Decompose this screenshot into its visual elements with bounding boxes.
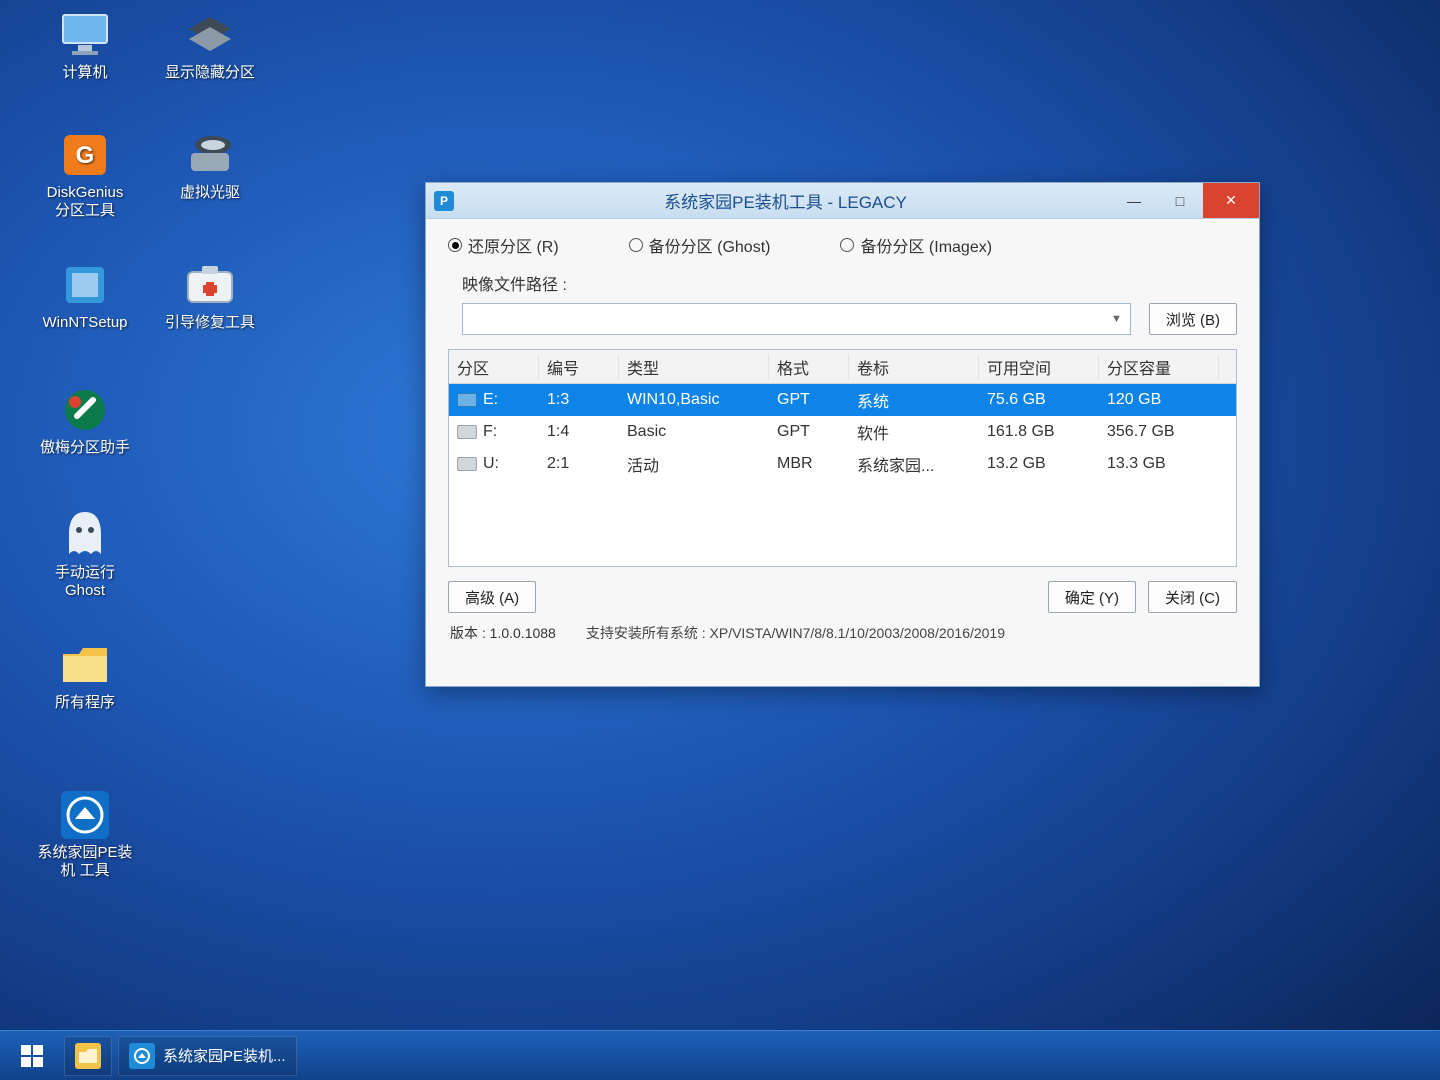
disk-icon <box>457 457 477 471</box>
close-dialog-button[interactable]: 关闭 (C) <box>1148 581 1237 613</box>
col-type[interactable]: 类型 <box>619 355 769 379</box>
desktop-icon-winntsetup[interactable]: WinNTSetup <box>30 260 140 332</box>
col-number[interactable]: 编号 <box>539 355 619 379</box>
close-button[interactable]: ✕ <box>1203 183 1259 218</box>
table-row[interactable]: E:1:3WIN10,BasicGPT系统75.6 GB120 GB <box>449 384 1236 416</box>
icon-label: 傲梅分区助手 <box>30 439 140 457</box>
icon-label: 手动运行 Ghost <box>30 564 140 600</box>
minimize-button[interactable]: — <box>1111 183 1157 218</box>
taskbar-app-label: 系统家园PE装机... <box>163 1045 286 1066</box>
svg-text:G: G <box>76 142 95 169</box>
app-icon: P <box>434 191 454 211</box>
diskgenius-icon: G <box>56 130 114 180</box>
desktop-icon-all-programs[interactable]: 所有程序 <box>30 640 140 712</box>
disk-icon <box>457 393 477 407</box>
icon-label: 所有程序 <box>30 694 140 712</box>
taskbar: 系统家园PE装机... <box>0 1030 1440 1080</box>
chevron-down-icon[interactable]: ▼ <box>1111 313 1122 325</box>
taskbar-explorer[interactable] <box>64 1036 112 1076</box>
desktop-icon-virtual-cd[interactable]: 虚拟光驱 <box>155 130 265 202</box>
icon-label: 系统家园PE装 机 工具 <box>30 844 140 880</box>
icon-label: 计算机 <box>30 64 140 82</box>
radio-label: 备份分区 (Ghost) <box>649 233 771 257</box>
partition-table: 分区 编号 类型 格式 卷标 可用空间 分区容量 E:1:3WIN10,Basi… <box>448 349 1237 567</box>
ghost-icon <box>56 510 114 560</box>
col-free[interactable]: 可用空间 <box>979 355 1099 379</box>
folder-icon <box>75 1043 101 1069</box>
monitor-icon <box>56 10 114 60</box>
icon-label: 显示隐藏分区 <box>155 64 265 82</box>
browse-button[interactable]: 浏览 (B) <box>1149 303 1237 335</box>
desktop-icon-computer[interactable]: 计算机 <box>30 10 140 82</box>
radio-label: 还原分区 (R) <box>468 233 559 257</box>
desktop-icon-pe-tool[interactable]: 系统家园PE装 机 工具 <box>30 790 140 880</box>
pe-tool-icon <box>56 790 114 840</box>
taskbar-app-pe-tool[interactable]: 系统家园PE装机... <box>118 1036 297 1076</box>
titlebar[interactable]: P 系统家园PE装机工具 - LEGACY — □ ✕ <box>426 183 1259 219</box>
radio-dot-icon <box>629 238 643 252</box>
start-button[interactable] <box>6 1036 58 1076</box>
supported-systems: 支持安装所有系统 : XP/VISTA/WIN7/8/8.1/10/2003/2… <box>586 623 1005 643</box>
icon-label: WinNTSetup <box>30 314 140 332</box>
maximize-button[interactable]: □ <box>1157 183 1203 218</box>
col-format[interactable]: 格式 <box>769 355 849 379</box>
firstaid-icon <box>181 260 239 310</box>
table-row[interactable]: U:2:1活动MBR系统家园...13.2 GB13.3 GB <box>449 448 1236 480</box>
icon-label: 虚拟光驱 <box>155 184 265 202</box>
desktop-icon-boot-repair[interactable]: 引导修复工具 <box>155 260 265 332</box>
radio-backup-ghost[interactable]: 备份分区 (Ghost) <box>629 233 771 257</box>
col-volume[interactable]: 卷标 <box>849 355 979 379</box>
installer-dialog: P 系统家园PE装机工具 - LEGACY — □ ✕ 还原分区 (R) 备份分… <box>425 182 1260 687</box>
folder-icon <box>56 640 114 690</box>
radio-backup-imagex[interactable]: 备份分区 (Imagex) <box>840 233 992 257</box>
desktop-icon-ghost[interactable]: 手动运行 Ghost <box>30 510 140 600</box>
aomei-icon <box>56 385 114 435</box>
pe-tool-icon <box>129 1043 155 1069</box>
icon-label: 引导修复工具 <box>155 314 265 332</box>
partition-icon <box>181 10 239 60</box>
windows-icon <box>21 1045 43 1067</box>
cd-drive-icon <box>181 130 239 180</box>
advanced-button[interactable]: 高级 (A) <box>448 581 536 613</box>
desktop-icon-show-hidden[interactable]: 显示隐藏分区 <box>155 10 265 82</box>
radio-restore[interactable]: 还原分区 (R) <box>448 233 559 257</box>
radio-dot-icon <box>448 238 462 252</box>
table-header: 分区 编号 类型 格式 卷标 可用空间 分区容量 <box>449 350 1236 384</box>
path-label: 映像文件路径 : <box>462 271 567 295</box>
table-row[interactable]: F:1:4BasicGPT软件161.8 GB356.7 GB <box>449 416 1236 448</box>
desktop-icon-aomei[interactable]: 傲梅分区助手 <box>30 385 140 457</box>
radio-label: 备份分区 (Imagex) <box>860 233 992 257</box>
col-partition[interactable]: 分区 <box>449 355 539 379</box>
icon-label: DiskGenius 分区工具 <box>30 184 140 220</box>
window-title: 系统家园PE装机工具 - LEGACY <box>460 188 1111 213</box>
disk-icon <box>457 425 477 439</box>
col-capacity[interactable]: 分区容量 <box>1099 355 1219 379</box>
desktop-icon-diskgenius[interactable]: G DiskGenius 分区工具 <box>30 130 140 220</box>
image-path-combo[interactable]: ▼ <box>462 303 1131 335</box>
version-label: 版本 : 1.0.0.1088 <box>450 623 556 643</box>
setup-icon <box>56 260 114 310</box>
ok-button[interactable]: 确定 (Y) <box>1048 581 1136 613</box>
radio-dot-icon <box>840 238 854 252</box>
